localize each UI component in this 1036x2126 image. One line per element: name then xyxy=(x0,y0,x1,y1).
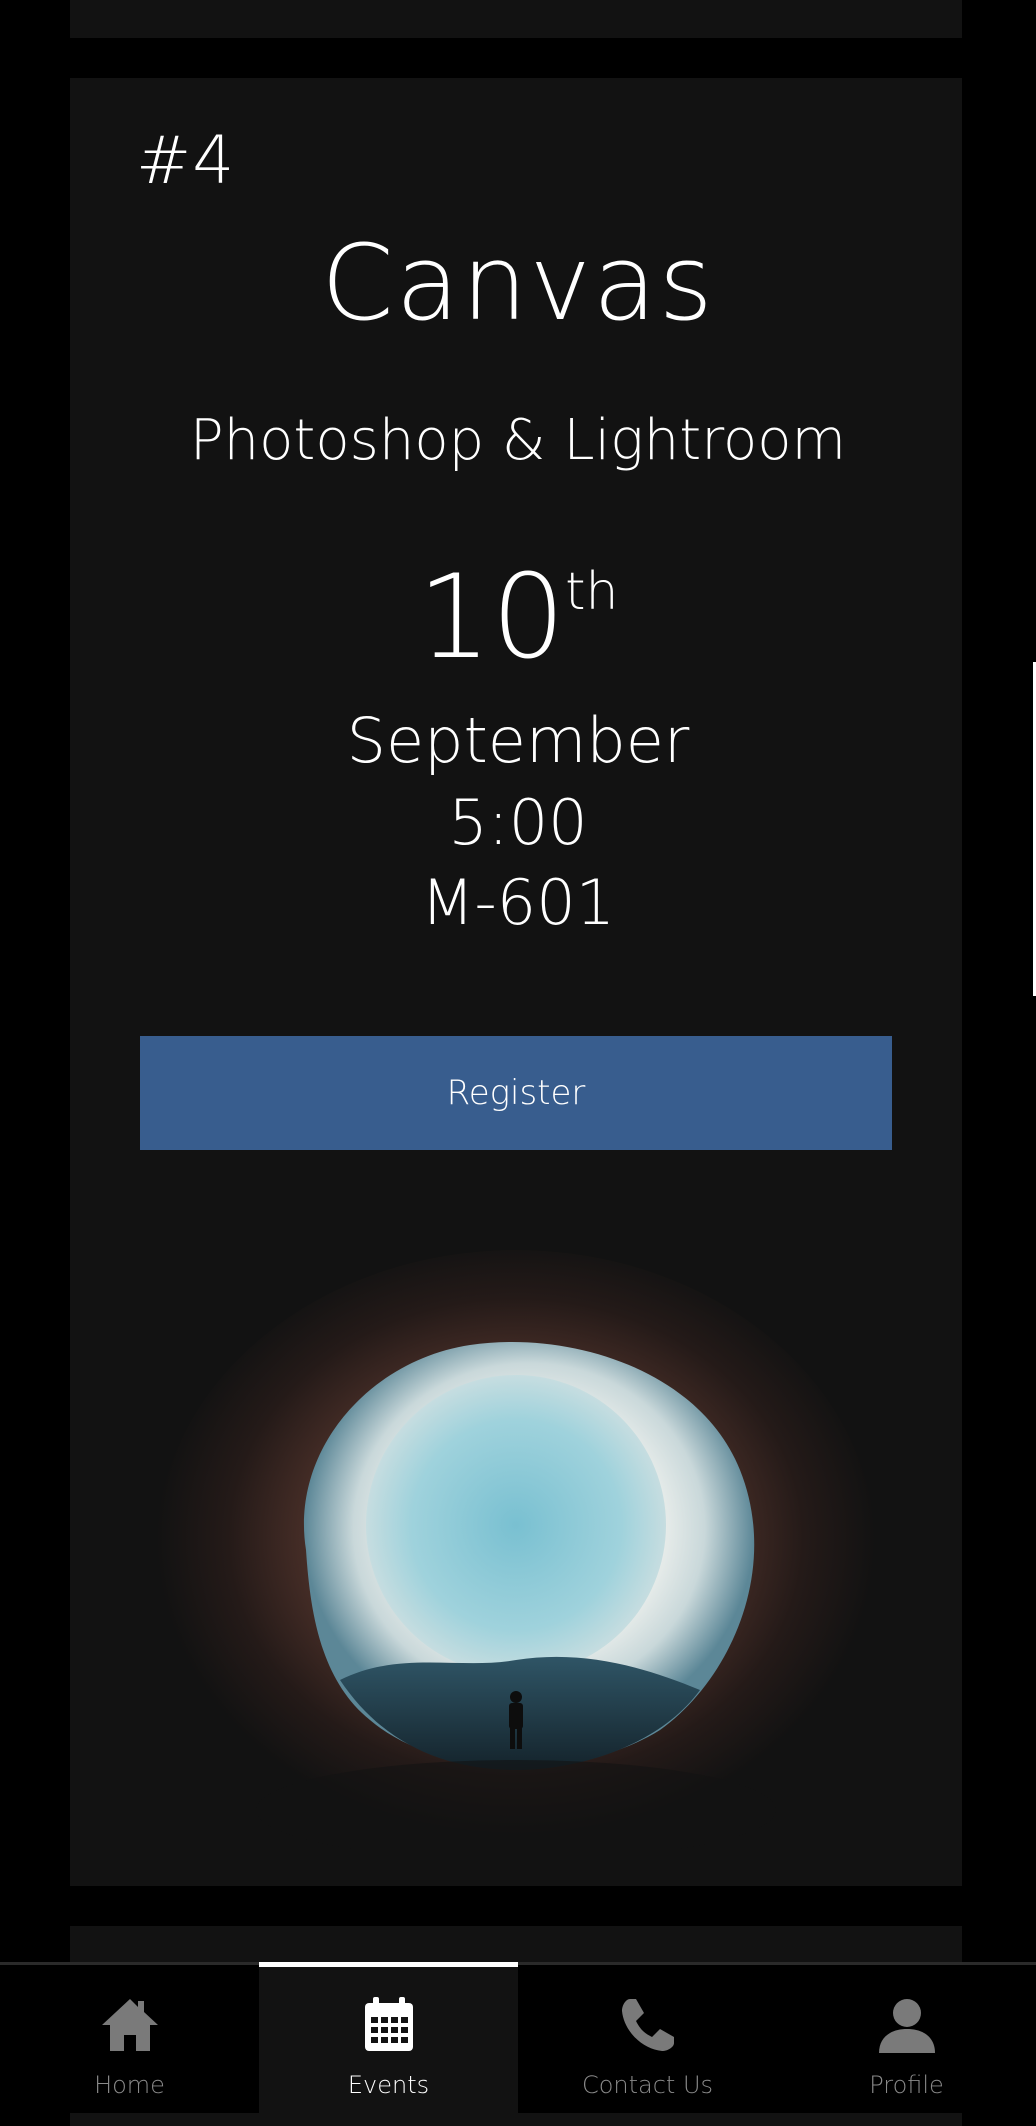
event-time: 5:00 xyxy=(448,786,588,859)
nav-events-label: Events xyxy=(347,2071,430,2099)
nav-profile-label: Profile xyxy=(869,2071,944,2099)
calendar-icon xyxy=(364,1997,413,2051)
event-number: #4 xyxy=(136,122,236,199)
event-date-day: 10th xyxy=(0,560,1036,676)
day-suffix: th xyxy=(565,562,619,622)
phone-icon xyxy=(621,1999,674,2051)
event-title: Canvas xyxy=(321,222,715,344)
home-icon xyxy=(101,1999,158,2051)
previous-event-card xyxy=(70,0,962,38)
nav-events[interactable]: Events xyxy=(259,1962,518,2113)
event-month: September xyxy=(346,704,690,777)
nav-home[interactable]: Home xyxy=(0,1965,259,2113)
sky-center xyxy=(366,1375,666,1675)
register-button[interactable]: Register xyxy=(140,1036,892,1150)
nav-contact-label: Contact Us xyxy=(581,2071,714,2099)
user-icon xyxy=(878,1999,935,2053)
nav-profile[interactable]: Profile xyxy=(777,1965,1036,2113)
day-number: 10 xyxy=(417,550,566,685)
bottom-navigation: Home Events Contact Us Profile xyxy=(0,1962,1036,2113)
nav-contact-us[interactable]: Contact Us xyxy=(518,1965,777,2113)
event-subtitle: Photoshop & Lightroom xyxy=(189,408,847,473)
event-poster-image xyxy=(140,1250,892,1860)
nav-home-label: Home xyxy=(94,2071,165,2099)
event-room: M-601 xyxy=(420,866,616,939)
